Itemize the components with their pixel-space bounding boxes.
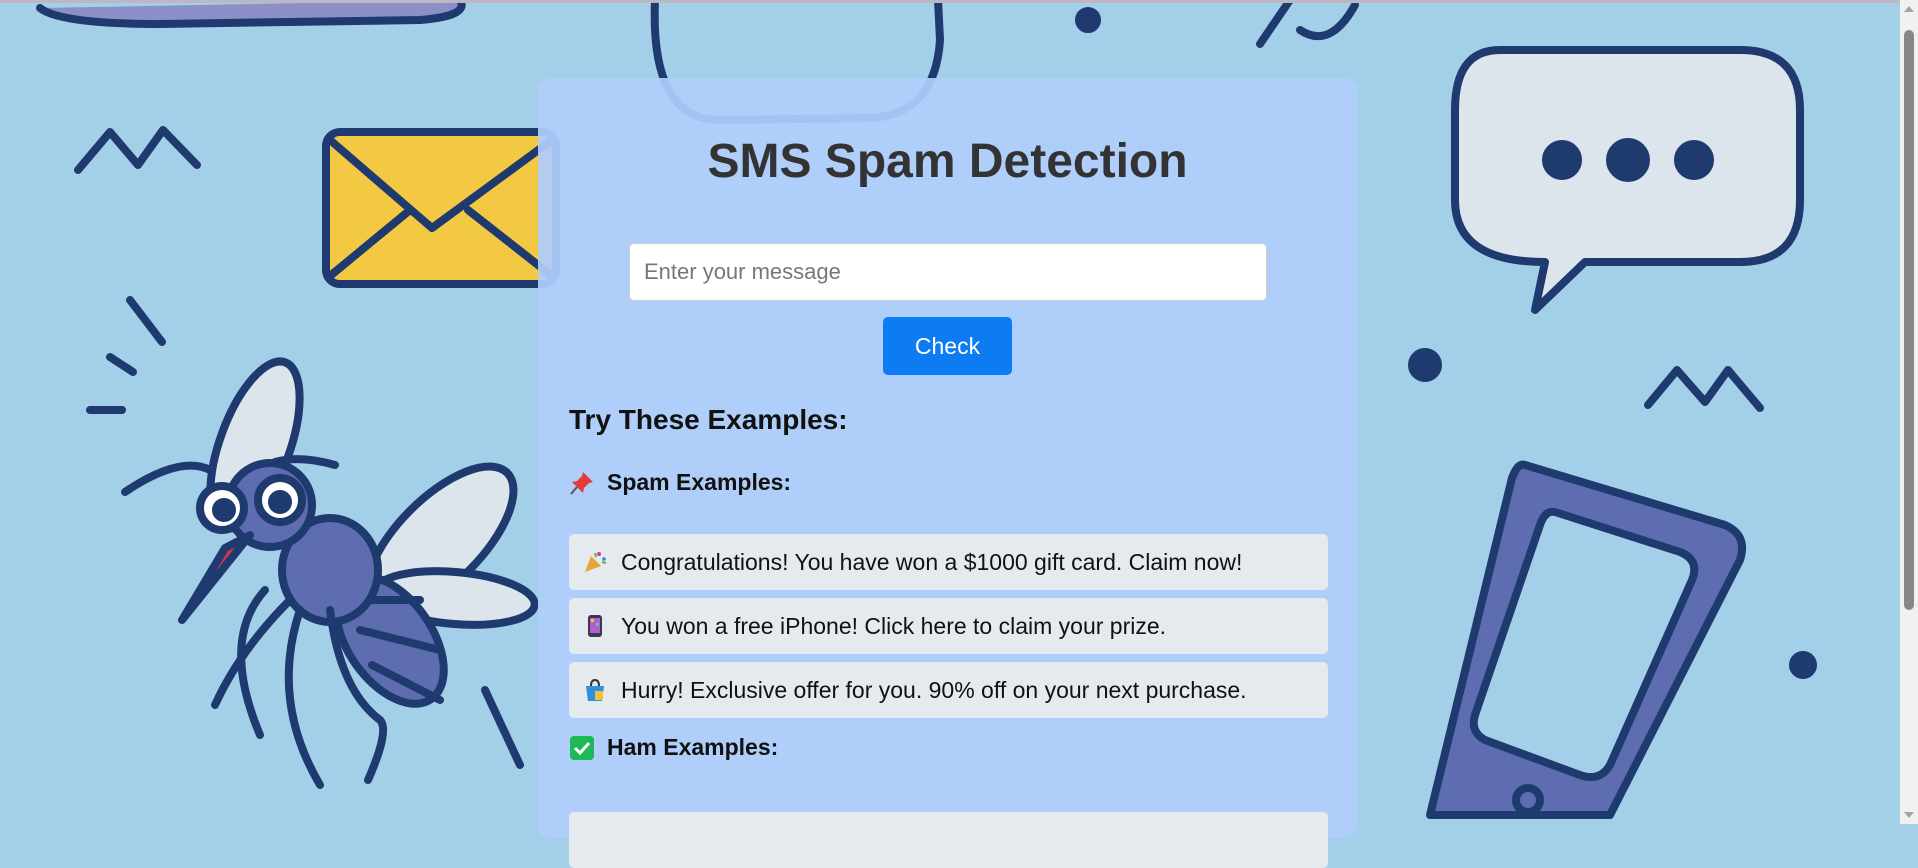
- message-input[interactable]: [629, 243, 1267, 301]
- spam-example-item[interactable]: Hurry! Exclusive offer for you. 90% off …: [569, 662, 1328, 718]
- shopping-bag-icon: [583, 678, 607, 702]
- spam-examples-label: Spam Examples:: [607, 469, 792, 495]
- window-top-border: [0, 0, 1900, 3]
- ham-examples-label: Ham Examples:: [607, 734, 779, 760]
- spam-example-item[interactable]: Congratulations! You have won a $1000 gi…: [569, 534, 1328, 590]
- spam-example-item[interactable]: You won a free iPhone! Click here to cla…: [569, 598, 1328, 654]
- check-mark-icon: [569, 735, 595, 761]
- scrollbar-thumb[interactable]: [1904, 30, 1914, 610]
- check-button[interactable]: Check: [883, 317, 1012, 375]
- spam-example-text: You won a free iPhone! Click here to cla…: [621, 612, 1167, 639]
- ham-example-item[interactable]: [569, 812, 1328, 868]
- ham-examples-heading: Ham Examples:: [569, 734, 778, 761]
- page-title: SMS Spam Detection: [707, 135, 1188, 188]
- spam-example-text: Congratulations! You have won a $1000 gi…: [621, 548, 1243, 575]
- spam-examples-heading: Spam Examples:: [569, 469, 791, 496]
- spam-example-text: Hurry! Exclusive offer for you. 90% off …: [621, 676, 1247, 703]
- spam-detector-card: SMS Spam Detection Check Try These Examp…: [538, 78, 1357, 868]
- page-scrollbar[interactable]: [1900, 0, 1918, 824]
- party-popper-icon: [583, 550, 607, 574]
- pushpin-icon: [569, 470, 595, 496]
- examples-heading: Try These Examples:: [569, 404, 848, 435]
- mobile-phone-icon: [583, 614, 607, 638]
- scroll-up-arrow-icon[interactable]: [1904, 6, 1914, 12]
- scroll-down-arrow-icon[interactable]: [1904, 812, 1914, 818]
